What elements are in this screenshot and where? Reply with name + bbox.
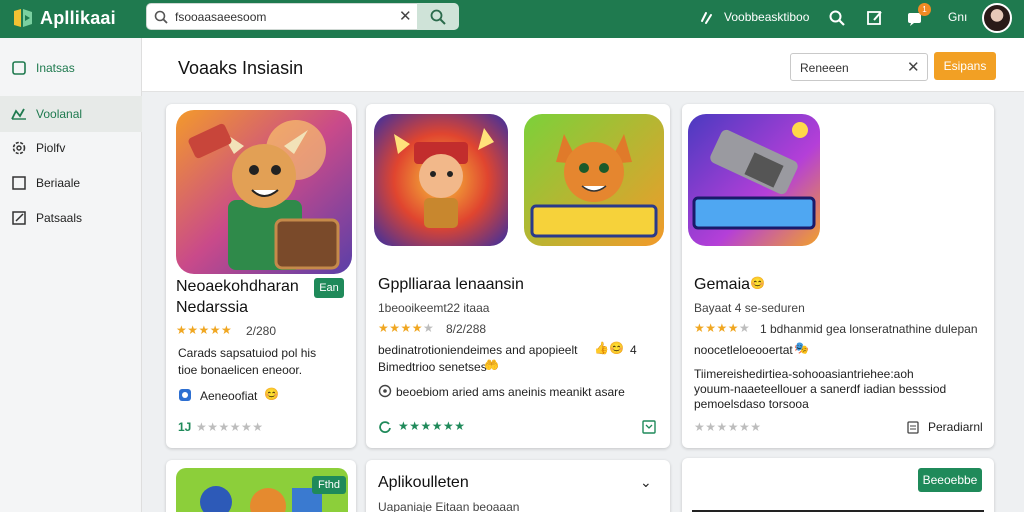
app-subtitle: Bayaat 4 se-seduren <box>694 301 805 315</box>
app-thumbnail[interactable] <box>688 114 820 246</box>
game-art-image <box>176 110 352 274</box>
notification-badge: 1 <box>918 3 931 16</box>
user-rating-stars[interactable]: ★★★★★★ <box>196 420 264 434</box>
search-icon[interactable] <box>828 9 846 27</box>
user-name[interactable]: Gnı <box>948 10 967 24</box>
sidebar-item-voolanal[interactable]: Voolanal <box>0 96 142 132</box>
sidebar-item-inatsas[interactable]: Inatsas <box>0 50 142 86</box>
bookmark-icon[interactable] <box>642 420 656 434</box>
edit-icon <box>12 211 26 225</box>
close-icon[interactable]: ✕ <box>907 58 920 76</box>
app-subtitle: 1beooikeemt22 itaaa <box>378 301 490 315</box>
app-description-line2: Bimedtrioo senetses <box>378 360 487 374</box>
search-bar[interactable]: fsooaasaeesoom ✕ <box>146 3 459 30</box>
sidebar-item-patsaals[interactable]: Patsaals <box>0 200 142 236</box>
app-description: bedinatrotioniendeimes and apopieelt <box>378 343 578 357</box>
app-card[interactable]: Aplikoulleten ⌄ Uapaniaje Eitaan beoaaan <box>366 460 670 512</box>
action-link[interactable]: Peradiarnl <box>928 420 983 434</box>
content-header: Voaaks Insiasin Reneeen ✕ Esipans <box>142 38 1024 92</box>
smile-icon: 😊 <box>750 276 765 290</box>
info-icon <box>378 384 392 398</box>
search-clear-button[interactable]: ✕ <box>399 7 412 25</box>
app-title[interactable]: Aplikoulleten <box>378 474 469 492</box>
app-description-line2: Tiimereishedirtiea-sohooasiantriehee:aoh <box>694 367 914 381</box>
app-subtitle: Uapaniaje Eitaan beoaaan <box>378 500 520 512</box>
refresh-icon[interactable] <box>378 420 392 434</box>
app-title: Apllikaai <box>40 8 116 28</box>
chart-icon <box>11 108 26 120</box>
edit-icon[interactable] <box>866 9 884 27</box>
app-title-line2: Nedarssia <box>176 299 249 316</box>
card-action-button[interactable]: Beeoebbe <box>918 468 982 492</box>
app-title[interactable]: Gemaia <box>694 276 750 294</box>
user-rating-stars[interactable]: ★★★★★★ <box>694 420 762 434</box>
app-description-line2: tioe bonaelicen eneoor. <box>178 363 303 377</box>
app-card[interactable]: Gemaia 😊 Bayaat 4 se-seduren ★★★★★ 1 bdh… <box>682 104 994 448</box>
smile-icon: 😊 <box>264 387 279 401</box>
app-logo-icon <box>14 9 32 27</box>
app-meta: beoebiom aried ams aneinis meanikt asare <box>396 385 625 399</box>
app-title[interactable]: Neoaekohdharan <box>176 278 299 296</box>
clipboard-icon <box>907 421 919 434</box>
search-input[interactable]: fsooaasaeesoom <box>175 10 266 24</box>
sidebar-item-piolfv[interactable]: Piolfv <box>0 130 142 166</box>
sidebar-item-label: Inatsas <box>36 61 75 75</box>
search-icon <box>154 10 168 24</box>
app-description-line3: youum-naaeteellouer a sanerdf iadian bes… <box>694 382 947 396</box>
square-icon <box>12 61 26 75</box>
rating-text: 2/280 <box>246 324 277 338</box>
rating-text: 1 bdhanmid gea lonseratnathine dulepan <box>760 322 978 336</box>
filter-input[interactable]: Reneeen ✕ <box>790 53 928 81</box>
app-thumbnail[interactable] <box>176 110 352 274</box>
rating-text: 8/2/288 <box>446 322 487 336</box>
rating-stars: ★★★★★ <box>694 321 751 335</box>
app-card[interactable]: Fthd <box>166 460 356 512</box>
app-thumbnail[interactable] <box>524 114 664 246</box>
app-description: noocetleloeooertat <box>694 343 793 357</box>
game-art-image <box>374 114 508 246</box>
filter-value: Reneeen <box>800 61 849 75</box>
chevron-down-icon[interactable]: ⌄ <box>640 474 652 491</box>
rating-stars: ★★★★★ <box>176 323 233 337</box>
app-card[interactable]: Beeoebbe <box>682 458 994 512</box>
author-name[interactable]: Aeneoofiat <box>200 389 257 403</box>
app-card[interactable]: Neoaekohdharan Nedarssia Ean ★★★★★ 2/280… <box>166 104 356 448</box>
top-bar: Apllikaai fsooaasaeesoom ✕ Voobbeasktibo… <box>0 0 1024 38</box>
app-description: Carads sapsatuiod pol his <box>178 346 317 360</box>
desc-suffix: 4 <box>630 343 637 357</box>
sidebar-item-label: Patsaals <box>36 211 83 225</box>
user-rating-stars[interactable]: ★★★★★★ <box>398 419 466 433</box>
checkbox-icon <box>12 176 26 190</box>
emoji-icon: 🤲 <box>484 358 499 372</box>
app-card[interactable]: Gpplliaraa lenaansin 1beooikeemt22 itaaa… <box>366 104 670 448</box>
publisher-icon <box>179 389 191 401</box>
app-thumbnail[interactable] <box>374 114 508 246</box>
app-title[interactable]: Gpplliaraa lenaansin <box>378 276 524 294</box>
top-link[interactable]: Voobbeasktiboo <box>724 10 809 24</box>
page-title: Voaaks Insiasin <box>178 58 304 78</box>
game-art-image <box>524 114 664 246</box>
primary-action-button[interactable]: Esipans <box>934 52 996 80</box>
status-badge: Ean <box>314 278 344 298</box>
rating-stars: ★★★★★ <box>378 321 435 335</box>
sidebar: Inatsas Voolanal Piolfv Beriaale Patsaal… <box>0 38 142 512</box>
sidebar-item-label: Piolfv <box>36 141 66 155</box>
gear-icon <box>12 141 26 155</box>
link-icon[interactable] <box>698 9 716 27</box>
game-art-image <box>688 114 820 246</box>
search-submit-button[interactable] <box>417 3 459 30</box>
status-badge: Fthd <box>312 476 346 494</box>
emoji-icon: 👍😊 <box>594 341 624 355</box>
sidebar-item-beriaale[interactable]: Beriaale <box>0 165 142 201</box>
search-icon <box>430 9 446 25</box>
footer-prefix: 1J <box>178 420 192 434</box>
app-description-line4: pemoelsdaso torsooa <box>694 397 809 411</box>
sidebar-item-label: Voolanal <box>36 107 83 121</box>
avatar[interactable] <box>982 3 1012 33</box>
emoji-icon: 🎭 <box>794 341 809 355</box>
sidebar-item-label: Beriaale <box>36 176 81 190</box>
